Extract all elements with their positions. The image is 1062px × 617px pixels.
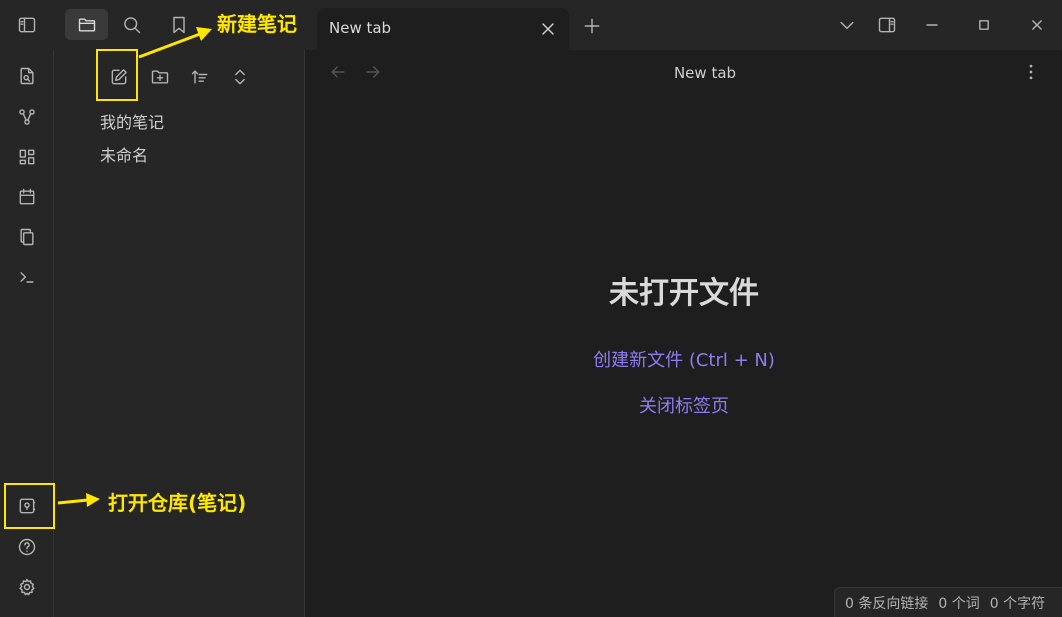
new-note-arrow — [57, 27, 212, 507]
open-vault-annotation: 打开仓库(笔记) — [108, 491, 247, 515]
open-vault-highlight — [4, 483, 55, 529]
new-note-annotation: 新建笔记 — [217, 12, 297, 36]
